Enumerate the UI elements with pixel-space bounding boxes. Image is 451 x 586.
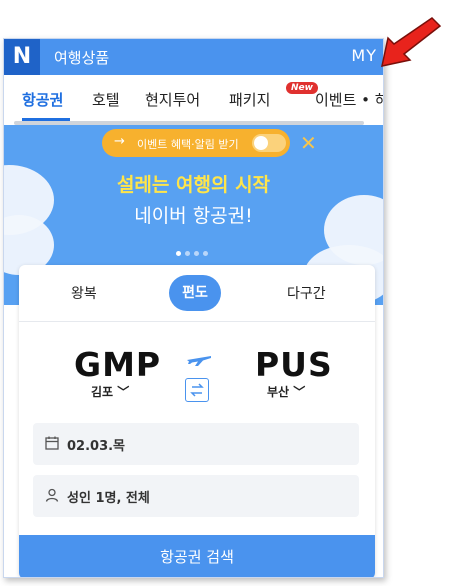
category-tabs: 항공권 호텔 현지투어 패키지 New 이벤트 • 혀 xyxy=(4,75,383,121)
search-flights-button[interactable]: 항공권 검색 xyxy=(19,535,375,577)
tab-local-tours[interactable]: 현지투어 xyxy=(145,89,200,110)
plane-icon xyxy=(187,356,211,366)
swap-icon xyxy=(190,383,204,397)
event-notification-toggle[interactable]: → 이벤트 혜택·알림 받기 xyxy=(102,129,290,157)
arrow-right-icon: → xyxy=(114,134,125,149)
trip-type-multi[interactable]: 다구간 xyxy=(287,283,326,303)
tab-events[interactable]: 이벤트 • 혀 xyxy=(315,89,383,110)
tab-flights[interactable]: 항공권 xyxy=(22,89,63,110)
departure-date-value: 02.03.목 xyxy=(67,439,126,454)
divider xyxy=(19,321,375,322)
origin-code[interactable]: GMP xyxy=(74,345,161,384)
destination-code[interactable]: PUS xyxy=(255,345,333,384)
tab-packages[interactable]: 패키지 xyxy=(229,89,270,110)
app-title: 여행상품 xyxy=(54,49,110,67)
carousel-dots xyxy=(176,241,212,260)
toggle-switch[interactable] xyxy=(252,134,286,152)
swap-airports-button[interactable] xyxy=(185,378,209,402)
toggle-knob xyxy=(254,136,268,150)
carousel-dot[interactable] xyxy=(185,251,190,256)
origin-city-select[interactable]: 김포 ﹀ xyxy=(91,383,129,400)
carousel-dot[interactable] xyxy=(194,251,199,256)
departure-date-field[interactable]: 02.03.목 xyxy=(33,423,359,465)
event-notification-label: 이벤트 혜택·알림 받기 xyxy=(137,138,239,151)
calendar-icon xyxy=(45,436,59,450)
passenger-field[interactable]: 성인 1명, 전체 xyxy=(33,475,359,517)
mobile-screen: N 여행상품 MY 항공권 호텔 현지투어 패키지 New 이벤트 • 혀 → … xyxy=(3,38,384,578)
new-badge: New xyxy=(286,82,318,94)
passenger-value: 성인 1명, 전체 xyxy=(67,491,150,506)
naver-logo[interactable]: N xyxy=(4,39,40,75)
carousel-dot[interactable] xyxy=(203,251,208,256)
close-icon[interactable]: ✕ xyxy=(300,131,317,155)
banner-subline: 네이버 항공권! xyxy=(134,205,253,227)
app-bar: N 여행상품 MY xyxy=(4,39,383,75)
flight-search-card: 왕복 편도 다구간 GMP 김포 ﹀ PUS 부산 ﹀ 02.03.목 성인 1… xyxy=(19,265,375,577)
tab-hotels[interactable]: 호텔 xyxy=(92,89,120,110)
person-icon xyxy=(45,488,59,502)
banner-headline: 설레는 여행의 시작 xyxy=(116,174,271,196)
red-arrow-icon xyxy=(381,17,442,67)
carousel-dot[interactable] xyxy=(176,251,181,256)
destination-city-select[interactable]: 부산 ﹀ xyxy=(267,383,305,400)
trip-type-oneway[interactable]: 편도 xyxy=(169,275,221,311)
trip-type-round[interactable]: 왕복 xyxy=(71,283,97,303)
